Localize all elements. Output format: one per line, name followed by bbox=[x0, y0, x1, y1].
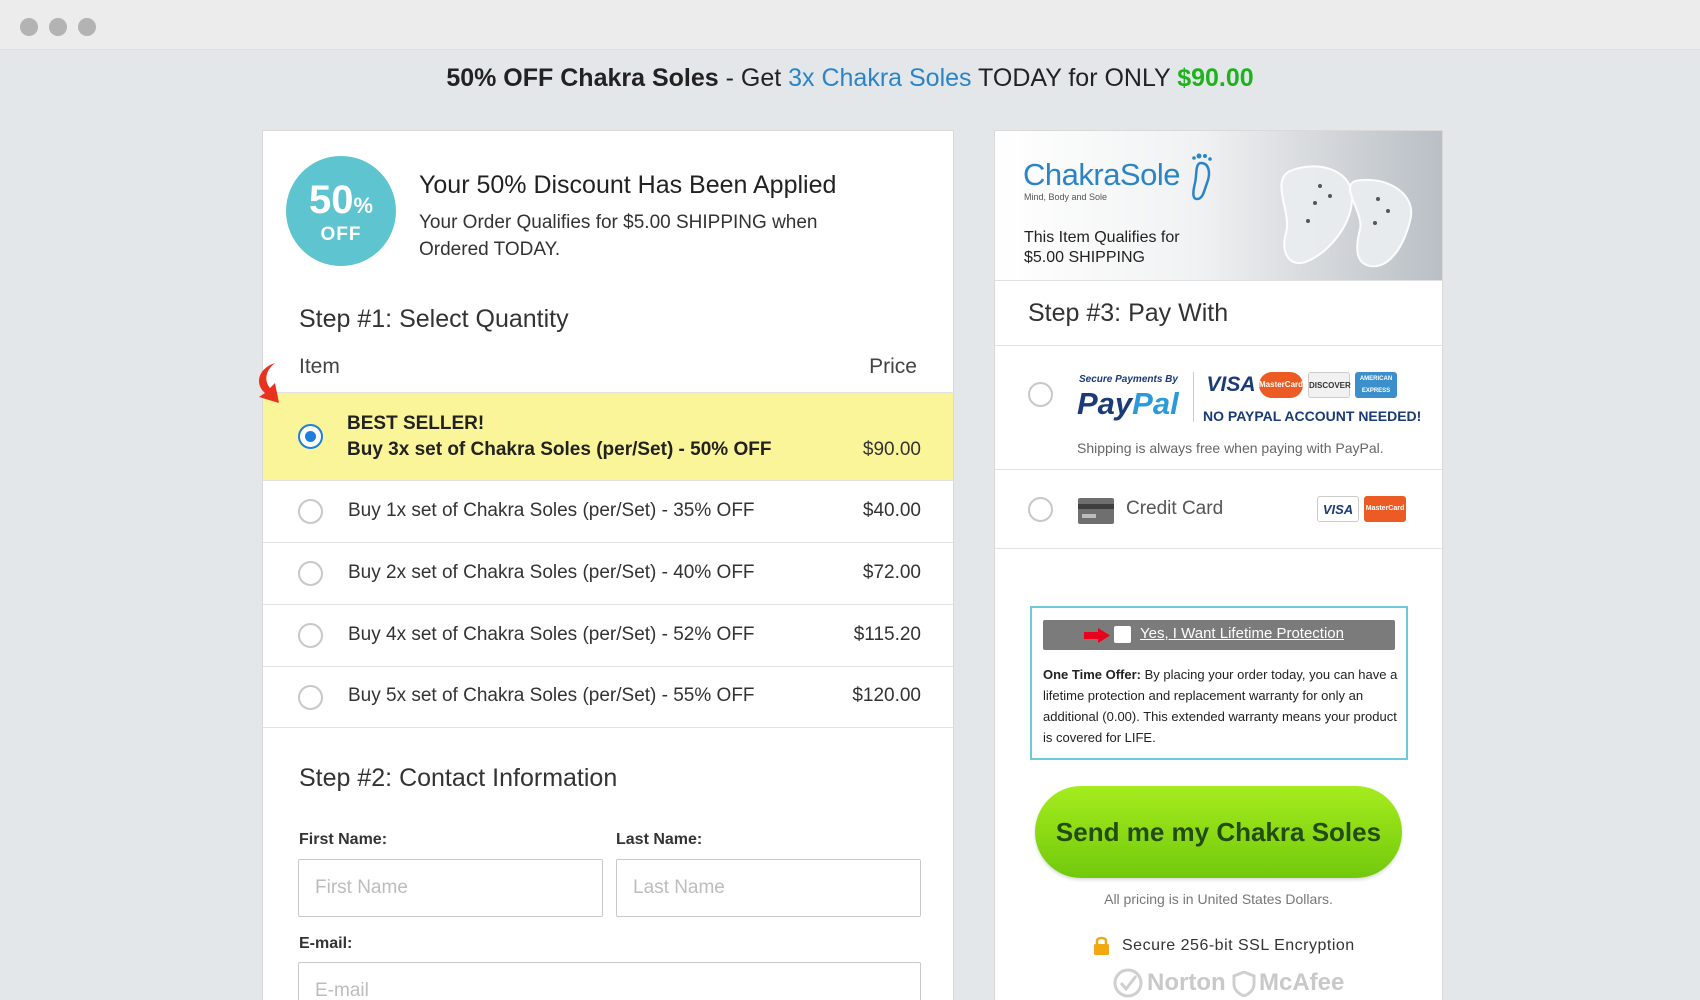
paypal-radio[interactable] bbox=[1028, 382, 1053, 407]
lifetime-protection-label[interactable]: Yes, I Want Lifetime Protection bbox=[1140, 625, 1344, 642]
quantity-radio-4x[interactable] bbox=[298, 623, 323, 648]
quantity-radio-1x[interactable] bbox=[298, 499, 323, 524]
banner-shipping-text: This Item Qualifies for $5.00 SHIPPING bbox=[1024, 229, 1180, 266]
credit-card-icon bbox=[1078, 498, 1114, 524]
best-seller-label: BEST SELLER! bbox=[347, 413, 485, 434]
paypal-divider bbox=[1193, 372, 1194, 422]
best-seller-item: Buy 3x set of Chakra Soles (per/Set) - 5… bbox=[347, 439, 772, 460]
badge-percent-sign: % bbox=[353, 193, 374, 218]
amex-logo: AMERICAN EXPRESS bbox=[1355, 372, 1397, 398]
option-price: $72.00 bbox=[862, 562, 921, 583]
credit-card-label: Credit Card bbox=[1126, 498, 1224, 519]
quantity-option-4x[interactable]: Buy 4x set of Chakra Soles (per/Set) - 5… bbox=[263, 604, 953, 666]
lifetime-protection-bar[interactable]: Yes, I Want Lifetime Protection bbox=[1043, 620, 1395, 650]
discount-badge: 50% OFF bbox=[286, 156, 396, 266]
no-paypal-account-text: NO PAYPAL ACCOUNT NEEDED! bbox=[1203, 408, 1422, 424]
quantity-option-2x[interactable]: Buy 2x set of Chakra Soles (per/Set) - 4… bbox=[263, 542, 953, 604]
last-name-label: Last Name: bbox=[616, 831, 703, 848]
quantity-option-5x[interactable]: Buy 5x set of Chakra Soles (per/Set) - 5… bbox=[263, 666, 953, 728]
last-name-input[interactable] bbox=[616, 859, 921, 917]
mcafee-seal: McAfee bbox=[1259, 969, 1345, 996]
lock-icon bbox=[1094, 936, 1109, 955]
column-price-header: Price bbox=[869, 355, 917, 378]
first-name-label: First Name: bbox=[299, 831, 388, 848]
quantity-radio-2x[interactable] bbox=[298, 561, 323, 586]
window-close-dot[interactable] bbox=[20, 18, 38, 36]
lifetime-protection-checkbox[interactable] bbox=[1114, 626, 1131, 643]
credit-card-radio[interactable] bbox=[1028, 497, 1053, 522]
badge-off: OFF bbox=[320, 224, 362, 245]
option-price: $40.00 bbox=[862, 500, 921, 521]
step1-title: Step #1: Select Quantity bbox=[299, 305, 569, 333]
pricing-currency-note: All pricing is in United States Dollars. bbox=[1104, 891, 1333, 907]
paypal-pay: Pay bbox=[1077, 386, 1133, 421]
window-zoom-dot[interactable] bbox=[78, 18, 96, 36]
option-label: Buy 4x set of Chakra Soles (per/Set) - 5… bbox=[348, 624, 755, 645]
discount-title: Your 50% Discount Has Been Applied bbox=[419, 171, 837, 199]
best-seller-price: $90.00 bbox=[862, 439, 921, 460]
norton-seal: Norton bbox=[1147, 969, 1226, 996]
paypal-option[interactable]: Secure Payments By PayPal VISA MasterCar… bbox=[995, 345, 1442, 469]
order-form-panel: 50% OFF Your 50% Discount Has Been Appli… bbox=[259, 130, 954, 1000]
discount-subtitle: Your Order Qualifies for $5.00 SHIPPING … bbox=[419, 212, 818, 260]
payment-panel: ChakraSole Mind, Body and Sole This Item… bbox=[994, 130, 1443, 1000]
red-arrow-right-icon bbox=[1084, 628, 1110, 643]
headline-product: 3x Chakra Soles bbox=[788, 64, 972, 92]
discover-logo: DISCOVER bbox=[1308, 372, 1351, 398]
quantity-option-3x[interactable]: BEST SELLER! Buy 3x set of Chakra Soles … bbox=[259, 363, 953, 480]
mastercard-logo: MasterCard bbox=[1259, 372, 1303, 398]
paypal-secure-text: Secure Payments By bbox=[1079, 374, 1178, 385]
cc-mastercard-logo: MasterCard bbox=[1364, 496, 1406, 522]
quantity-radio-3x[interactable] bbox=[298, 424, 323, 449]
headline-price: $90.00 bbox=[1177, 64, 1254, 92]
send-order-button[interactable]: Send me my Chakra Soles bbox=[1035, 786, 1402, 878]
window-minimize-dot[interactable] bbox=[49, 18, 67, 36]
option-label: Buy 2x set of Chakra Soles (per/Set) - 4… bbox=[348, 562, 755, 583]
option-label: Buy 5x set of Chakra Soles (per/Set) - 5… bbox=[348, 685, 755, 706]
option-label: Buy 1x set of Chakra Soles (per/Set) - 3… bbox=[348, 500, 755, 521]
brand-logo: ChakraSole bbox=[1023, 157, 1180, 192]
footprint-logo-icon bbox=[1192, 153, 1212, 201]
product-banner: ChakraSole Mind, Body and Sole This Item… bbox=[995, 131, 1442, 281]
brand-tagline: Mind, Body and Sole bbox=[1024, 192, 1108, 202]
headline-today: TODAY for ONLY bbox=[971, 64, 1178, 92]
offer-description: One Time Offer: By placing your order to… bbox=[1043, 664, 1401, 748]
option-price: $120.00 bbox=[852, 685, 921, 706]
browser-chrome bbox=[0, 0, 1700, 50]
norton-check-icon bbox=[1113, 968, 1143, 998]
step2-title: Step #2: Contact Information bbox=[299, 764, 618, 792]
paypal-logo: PayPal bbox=[1077, 386, 1179, 422]
option-price: $115.20 bbox=[853, 624, 921, 645]
headline-get: - Get bbox=[718, 64, 789, 92]
red-arrow-icon bbox=[259, 363, 279, 403]
lifetime-protection-offer: Yes, I Want Lifetime Protection One Time… bbox=[1030, 606, 1408, 760]
headline-offer: 50% OFF Chakra Soles bbox=[446, 64, 719, 92]
step3-title: Step #3: Pay With bbox=[1028, 299, 1229, 327]
badge-percent: 50 bbox=[308, 178, 354, 222]
ssl-encryption-text: Secure 256-bit SSL Encryption bbox=[1122, 937, 1355, 954]
cc-visa-logo: VISA bbox=[1317, 496, 1359, 522]
paypal-shipping-note: Shipping is always free when paying with… bbox=[1077, 440, 1384, 456]
quantity-radio-5x[interactable] bbox=[298, 685, 323, 710]
offer-headline: 50% OFF Chakra Soles - Get 3x Chakra Sol… bbox=[0, 64, 1700, 93]
column-item-header: Item bbox=[299, 355, 340, 378]
credit-card-option[interactable]: Credit Card VISA MasterCard bbox=[995, 469, 1442, 549]
paypal-pal: Pal bbox=[1132, 386, 1179, 421]
email-input[interactable] bbox=[298, 962, 921, 1000]
visa-logo: VISA bbox=[1206, 373, 1256, 396]
email-label: E-mail: bbox=[299, 935, 353, 952]
insole-image bbox=[1280, 165, 1413, 268]
quantity-option-1x[interactable]: Buy 1x set of Chakra Soles (per/Set) - 3… bbox=[263, 480, 953, 542]
first-name-input[interactable] bbox=[298, 859, 603, 917]
mcafee-shield-icon bbox=[1232, 971, 1256, 997]
offer-lead: One Time Offer: bbox=[1043, 667, 1142, 682]
